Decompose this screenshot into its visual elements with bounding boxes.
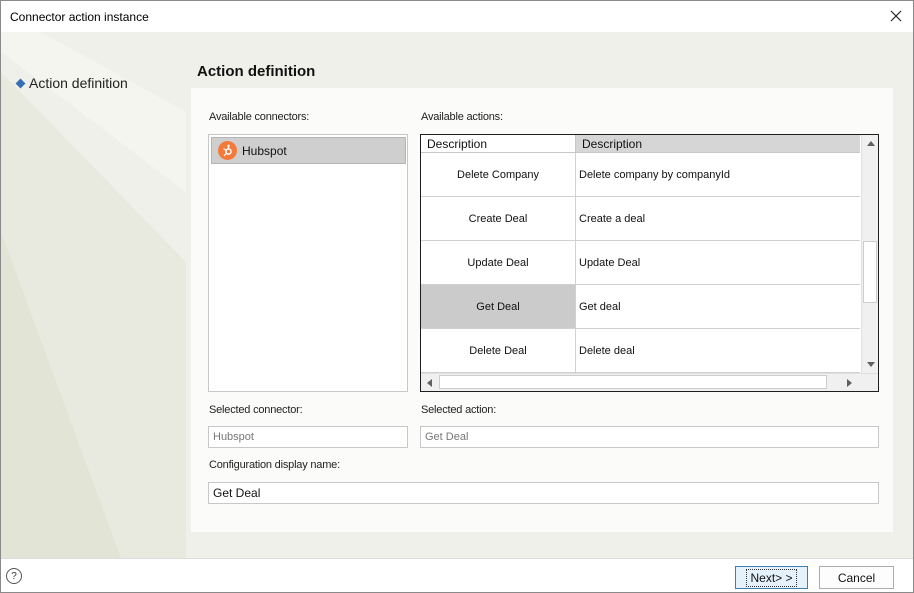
action-description-cell: Update Deal [576, 241, 860, 284]
table-row-selected[interactable]: Get Deal Get deal [421, 285, 860, 329]
connector-item-hubspot[interactable]: Hubspot [211, 137, 406, 164]
diamond-bullet-icon [15, 78, 26, 88]
selected-action-label: Selected action: [421, 404, 497, 416]
table-row[interactable]: Create Deal Create a deal [421, 197, 860, 241]
action-description-cell: Delete deal [576, 329, 860, 372]
selected-connector-label: Selected connector: [209, 404, 303, 416]
cancel-button[interactable]: Cancel [819, 566, 894, 589]
actions-grid[interactable]: Description Description Delete Company D… [420, 134, 879, 392]
hubspot-icon [218, 141, 237, 160]
available-actions-label: Available actions: [421, 111, 503, 123]
next-button-label: Next> > [746, 568, 797, 587]
close-button[interactable] [885, 6, 907, 26]
horizontal-scroll-thumb[interactable] [439, 375, 827, 389]
action-description-cell: Get deal [576, 285, 860, 328]
action-definition-panel: Available connectors: Hubspot Available … [191, 88, 893, 532]
action-name-cell: Create Deal [421, 197, 576, 240]
nav-item-action-definition[interactable]: Action definition [15, 75, 128, 91]
config-display-name-label: Configuration display name: [209, 459, 340, 471]
selected-action-field[interactable]: Get Deal [420, 426, 879, 448]
available-connectors-label: Available connectors: [209, 111, 310, 123]
close-icon [890, 10, 902, 22]
table-row[interactable]: Delete Deal Delete deal [421, 329, 860, 373]
action-description-cell: Create a deal [576, 197, 860, 240]
next-button[interactable]: Next> > [735, 566, 808, 589]
arrow-down-icon [866, 362, 875, 367]
table-row[interactable]: Update Deal Update Deal [421, 241, 860, 285]
action-name-cell: Get Deal [421, 285, 576, 328]
help-icon[interactable]: ? [6, 568, 22, 584]
arrow-left-icon [427, 378, 432, 387]
scroll-up-button[interactable] [862, 135, 878, 152]
action-name-cell: Update Deal [421, 241, 576, 284]
dialog-body: Action definition Action definition Avai… [1, 32, 913, 558]
horizontal-scrollbar[interactable] [421, 373, 878, 391]
dialog-footer: ? Next> > Cancel [1, 558, 913, 592]
config-display-name-input[interactable]: Get Deal [208, 482, 879, 504]
action-name-cell: Delete Deal [421, 329, 576, 372]
scroll-right-button[interactable] [841, 374, 858, 391]
scroll-down-button[interactable] [862, 356, 878, 373]
scroll-left-button[interactable] [421, 374, 438, 391]
connector-label: Hubspot [242, 143, 287, 158]
selected-connector-field[interactable]: Hubspot [208, 426, 408, 448]
vertical-scroll-thumb[interactable] [863, 241, 877, 303]
nav-item-label: Action definition [29, 75, 128, 91]
column-header-description[interactable]: Description [576, 135, 860, 153]
dialog-window: Connector action instance Action definit… [0, 0, 914, 593]
arrow-up-icon [866, 141, 875, 146]
action-description-cell: Delete company by companyId [576, 153, 860, 196]
vertical-scrollbar[interactable] [861, 135, 878, 373]
table-row[interactable]: Delete Company Delete company by company… [421, 153, 860, 197]
grid-header: Description Description [421, 135, 860, 153]
arrow-right-icon [847, 378, 852, 387]
title-bar: Connector action instance [1, 1, 913, 32]
grid-rows: Delete Company Delete company by company… [421, 153, 860, 373]
column-header-name[interactable]: Description [421, 135, 576, 153]
action-name-cell: Delete Company [421, 153, 576, 196]
connectors-list[interactable]: Hubspot [208, 134, 408, 392]
window-title: Connector action instance [10, 10, 149, 24]
page-title: Action definition [197, 63, 316, 80]
